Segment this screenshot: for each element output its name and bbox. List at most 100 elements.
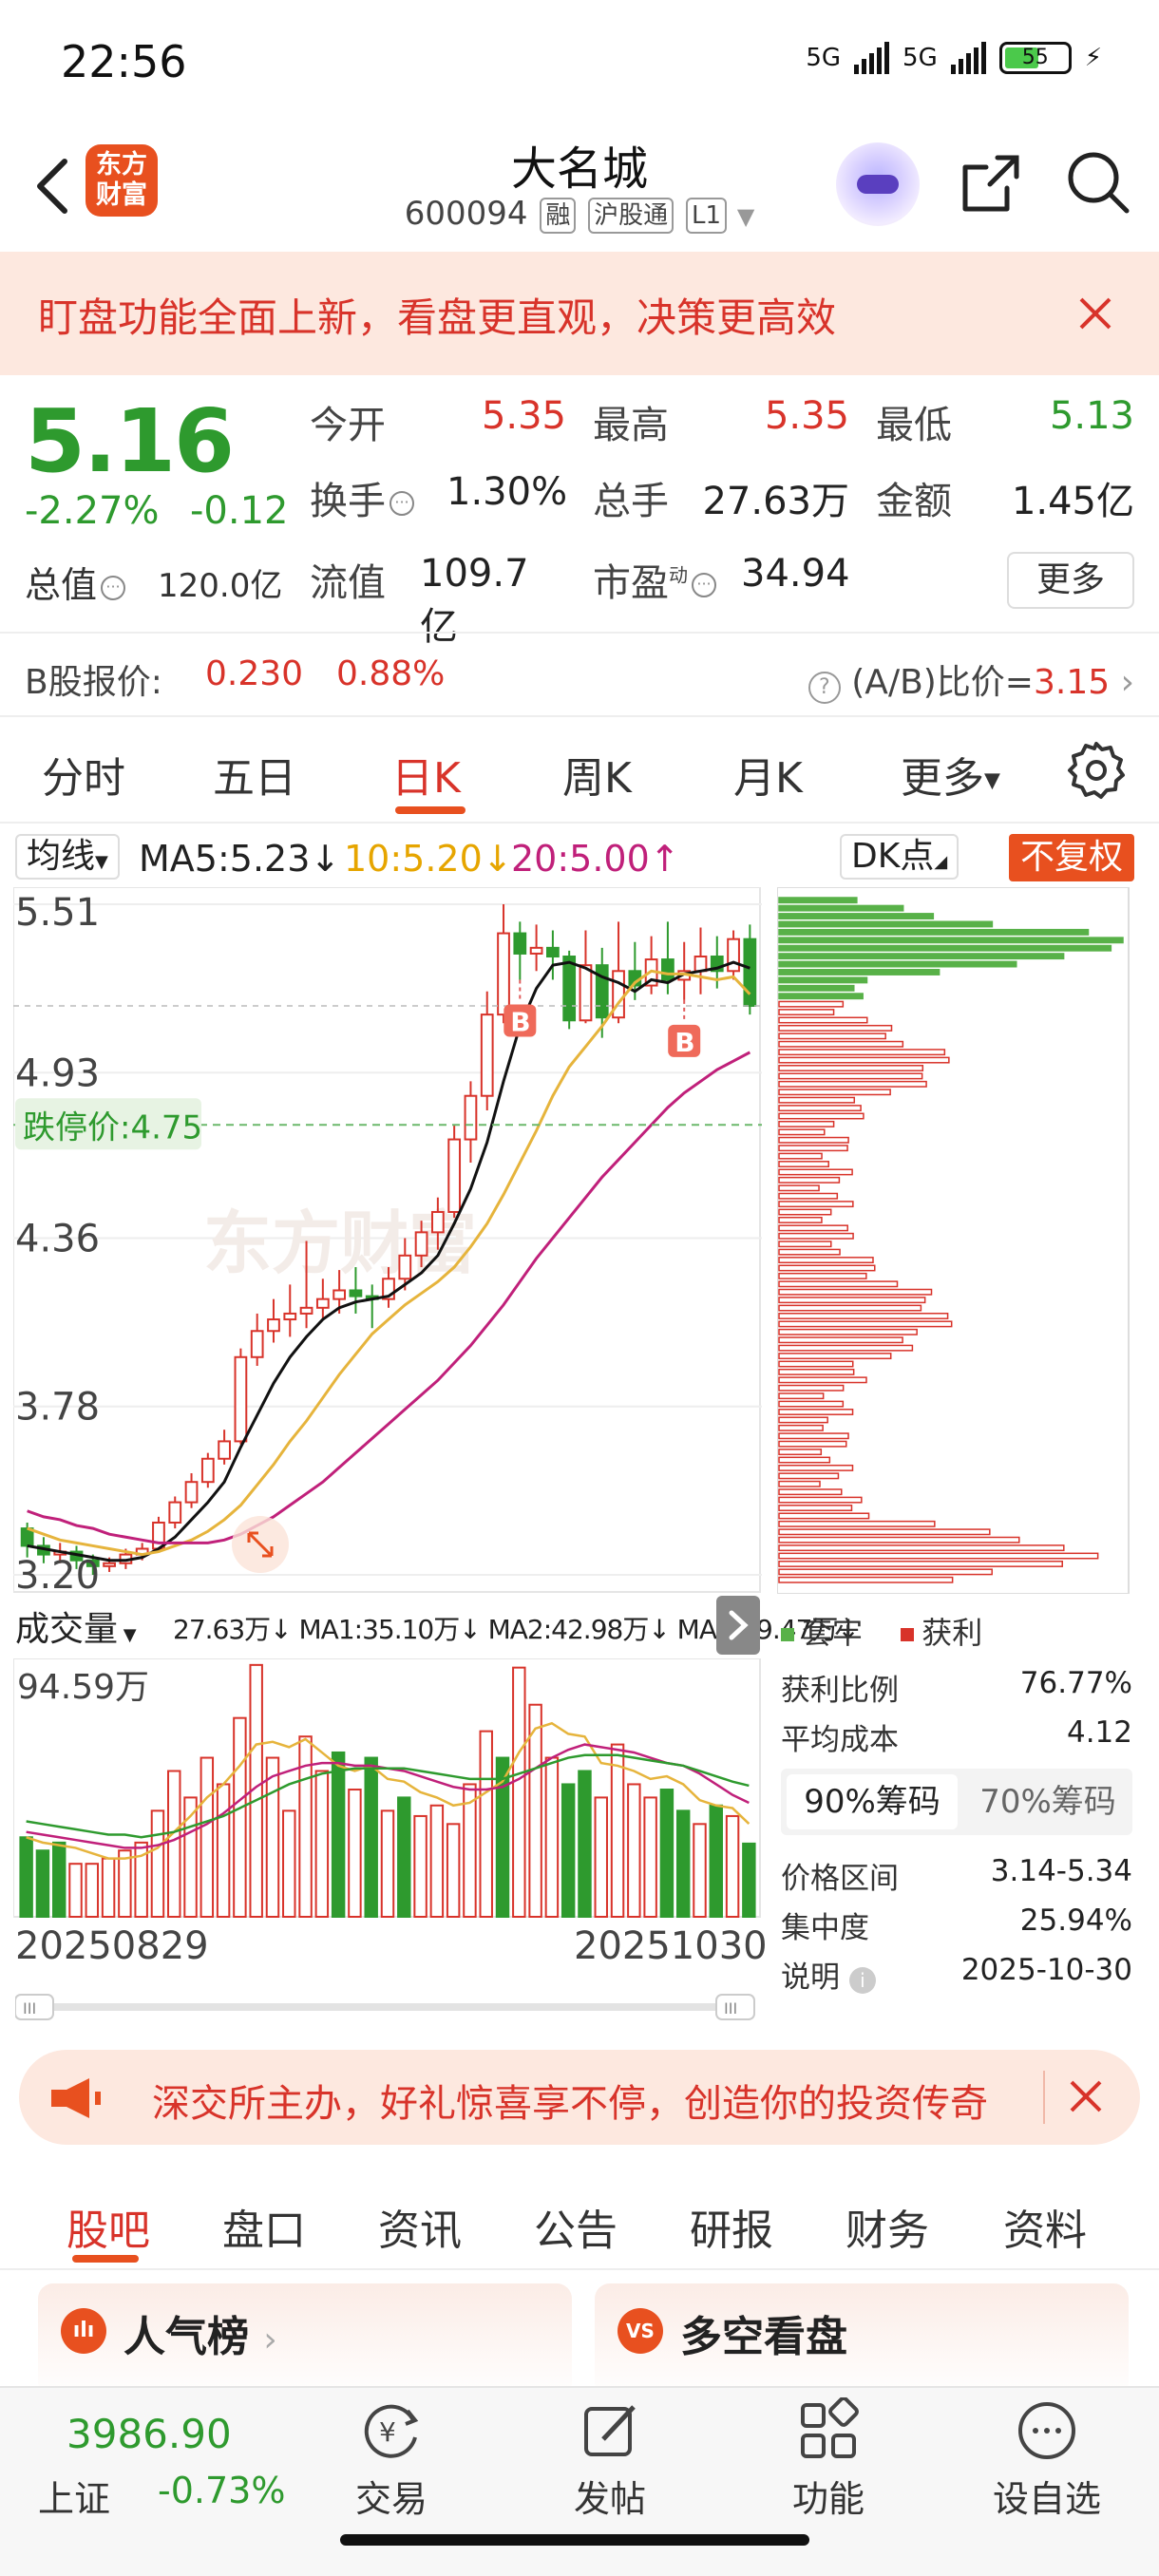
chevron-right-icon[interactable] [716,1596,760,1655]
chip-bar [778,1416,828,1424]
b-share-price: 0.230 [205,654,304,693]
chip-bar [778,1313,949,1319]
tab-chip-90[interactable]: 90%筹码 [787,1774,958,1829]
note-row[interactable]: 说明 i 2025-10-30 [781,1953,1132,1996]
tab-announcements[interactable]: 公告 [534,2196,618,2257]
chip-bar [778,897,858,904]
close-icon[interactable] [1064,2074,1108,2118]
volume-bar [725,1814,740,1918]
pe-superscript: 动 [669,563,688,587]
tab-chip-70[interactable]: 70%筹码 [967,1774,1129,1829]
ab-ratio[interactable]: ? (A/B)比价=3.15 › [808,654,1134,704]
ma-select[interactable]: 均线▼ [15,834,120,880]
assistant-avatar[interactable] [836,142,920,226]
candle-body [267,1318,280,1333]
b-share-row[interactable]: B股报价: 0.230 0.88% ? (A/B)比价=3.15 › [0,632,1159,717]
chart-range-slider[interactable]: III III [15,1993,756,2021]
price-tick-label: 5.51 [15,891,100,935]
tab-research[interactable]: 研报 [690,2196,773,2257]
active-tab-indicator [395,806,466,814]
promo-banner[interactable]: 深交所主办，好礼惊喜享不停，创造你的投资传奇 [19,2050,1140,2145]
feature-banner[interactable]: 盯盘功能全面上新，看盘更直观，决策更高效 [0,252,1159,375]
search-icon[interactable] [1062,146,1134,218]
tab-intraday[interactable]: 分时 [42,744,125,805]
dk-point-select[interactable]: DK点◢ [840,834,960,880]
chip-bar [778,904,904,912]
share-icon[interactable] [954,148,1026,220]
volume-bar [560,1783,576,1918]
candle-body [103,1562,116,1567]
chip-bar [778,1464,854,1471]
gear-icon[interactable] [1066,740,1127,801]
volume-select[interactable]: 成交量 ▼ [15,1601,137,1651]
tab-pankou[interactable]: 盘口 [222,2196,306,2257]
volume-bar [364,1756,378,1918]
candlestick-chart[interactable]: 东方财富 5.514.934.363.783.20 跌停价:4.75BB [13,887,762,1594]
adjustment-button[interactable]: 不复权 [1009,834,1135,881]
tab-five-day[interactable]: 五日 [213,744,296,805]
candle-body [447,1138,462,1213]
chip-bar [778,1280,899,1288]
volume-bar [544,1756,560,1918]
total-mv-value: 120.0亿 [158,567,283,605]
chip-bar [778,1216,823,1223]
candle-body [349,1289,363,1297]
chip-bar [778,1288,933,1296]
avg-cost-row: 平均成本 4.12 [781,1715,1132,1758]
pe-label[interactable]: 市盈动 ··· [593,552,716,607]
tab-more[interactable]: 更多▼ [901,744,1000,805]
ab-ratio-value: 3.15 [1033,663,1111,702]
nav-add-watchlist[interactable]: 设自选 [971,2397,1123,2522]
buy-marker-label: B [674,1027,694,1058]
tab-guba[interactable]: 股吧 [66,2196,150,2257]
chip-bar [778,1120,835,1127]
long-short-card[interactable]: VS 多空看盘 [595,2283,1129,2397]
tab-daily-k[interactable]: 日K [391,744,461,805]
chip-bar [778,1392,825,1400]
popularity-title: 人气榜 › [124,2302,277,2363]
chip-bar [778,1168,853,1176]
legend-swatch-trapped [781,1628,794,1641]
nav-post[interactable]: 发帖 [534,2397,686,2522]
tab-weekly-k[interactable]: 周K [562,744,632,805]
grip-icon: III [724,1999,737,2017]
total-mv-label[interactable]: 总值 ··· [25,556,126,608]
volume-bar [610,1743,625,1918]
close-icon[interactable] [1072,290,1119,337]
chip-bar [778,1344,914,1352]
chip-bar [778,1576,954,1583]
index-name[interactable]: 上证 [38,2470,110,2522]
volume-bar [19,1836,33,1918]
chip-bar [778,944,1112,952]
turnover-value: 1.30% [446,470,568,514]
chip-bar [778,1040,904,1048]
more-button[interactable]: 更多 [1007,552,1134,609]
price-tick-label: 3.20 [15,1554,100,1594]
nav-functions[interactable]: 功能 [752,2397,904,2522]
chip-distribution-chart[interactable] [777,887,1130,1594]
volume-bar [167,1770,181,1918]
chip-bar [778,993,864,1000]
divider [1043,2071,1045,2124]
tab-profile[interactable]: 资料 [1003,2196,1087,2257]
candle-body [218,1440,231,1460]
nav-trade[interactable]: ¥ 交易 [315,2397,467,2522]
volume-bar [314,1770,330,1918]
index-value[interactable]: 3986.90 [66,2411,232,2457]
popularity-card[interactable]: ılı 人气榜 › [38,2283,572,2397]
tab-finance[interactable]: 财务 [846,2196,929,2257]
tab-news[interactable]: 资讯 [378,2196,462,2257]
index-percent[interactable]: -0.73% [158,2470,285,2511]
caret-down-icon: ◢ [934,852,948,872]
candle-body [315,1297,330,1309]
volume-chart[interactable]: 94.59万 [13,1658,762,1919]
tag-margin: 融 [540,197,577,234]
chip-bar [778,1568,993,1576]
high-value: 5.35 [764,394,849,438]
tab-monthly-k[interactable]: 月K [733,744,803,805]
price-tick-label: 4.93 [15,1051,100,1095]
chip-bar [778,1232,854,1240]
turnover-label[interactable]: 换手 ··· [310,470,414,525]
bar-chart-icon: ılı [61,2308,106,2354]
status-bar: 22:56 5G 5G 55 ⚡ [0,0,1159,123]
